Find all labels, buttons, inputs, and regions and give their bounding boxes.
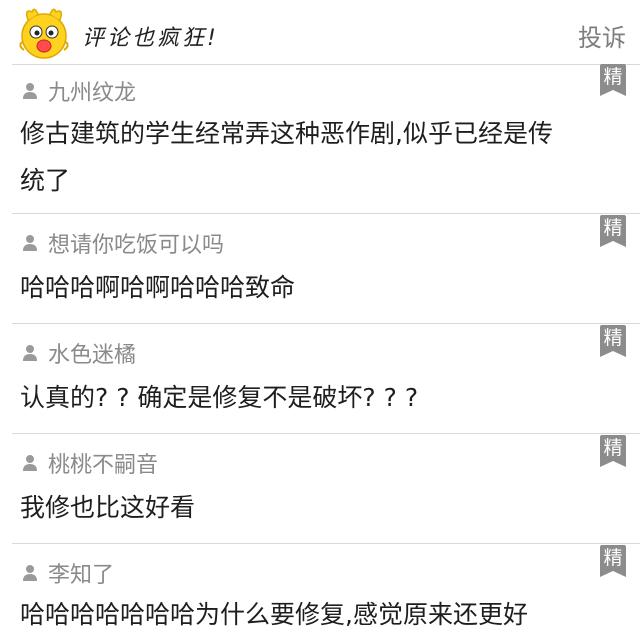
chick-mascot-icon <box>19 8 69 59</box>
comment-text-line: 修古建筑的学生经常弄这种恶作剧,似乎已经是传 <box>20 119 553 148</box>
comment-item: 精 想请你吃饭可以吗 哈哈哈啊哈啊哈哈哈致命 <box>0 213 640 323</box>
comment-item: 精 桃桃不嗣音 我修也比这好看 <box>0 433 640 543</box>
comment-item: 精 水色迷橘 认真的? ? 确定是修复不是破坏? ? ? <box>0 323 640 433</box>
user-icon <box>23 83 37 99</box>
comment-user[interactable]: 桃桃不嗣音 <box>22 448 158 478</box>
featured-badge-icon: 精 <box>600 64 626 96</box>
comment-item: 精 李知了 哈哈哈哈哈哈哈为什么要修复,感觉原来还更好 <box>0 543 640 633</box>
username: 想请你吃饭可以吗 <box>48 233 225 258</box>
featured-badge-icon: 精 <box>600 215 626 247</box>
comment-user[interactable]: 想请你吃饭可以吗 <box>22 228 224 258</box>
comment-user[interactable]: 水色迷橘 <box>22 338 136 368</box>
comment-text: 哈哈哈哈哈哈哈为什么要修复,感觉原来还更好 <box>20 591 620 638</box>
comment-text-line: 统了 <box>20 166 71 195</box>
report-button[interactable]: 投诉 <box>578 18 626 53</box>
comment-item: 精 九州纹龙 修古建筑的学生经常弄这种恶作剧,似乎已经是传 统了 <box>0 64 640 214</box>
username: 桃桃不嗣音 <box>48 453 159 478</box>
user-icon <box>23 565 37 581</box>
featured-badge-icon: 精 <box>600 435 626 467</box>
comment-user[interactable]: 九州纹龙 <box>22 76 136 106</box>
header-title: 评论也疯狂! <box>82 26 219 51</box>
username: 水色迷橘 <box>48 343 137 368</box>
comment-text-line: 我修也比这好看 <box>20 493 196 522</box>
username: 九州纹龙 <box>48 81 137 106</box>
username: 李知了 <box>48 563 115 588</box>
comment-text: 修古建筑的学生经常弄这种恶作剧,似乎已经是传 统了 <box>20 110 620 204</box>
featured-badge-icon: 精 <box>600 545 626 577</box>
user-icon <box>23 455 37 471</box>
comment-text-line: 认真的? ? 确定是修复不是破坏? ? ? <box>20 383 419 412</box>
comment-text-line: 哈哈哈哈哈哈哈为什么要修复,感觉原来还更好 <box>20 600 528 629</box>
comment-text: 哈哈哈啊哈啊哈哈哈致命 <box>20 264 620 311</box>
featured-badge-icon: 精 <box>600 325 626 357</box>
user-icon <box>23 235 37 251</box>
comment-text-line: 哈哈哈啊哈啊哈哈哈致命 <box>20 273 296 302</box>
comment-user[interactable]: 李知了 <box>22 558 114 588</box>
comment-text: 认真的? ? 确定是修复不是破坏? ? ? <box>20 374 620 421</box>
user-icon <box>23 345 37 361</box>
comment-header: 评论也疯狂! 投诉 <box>0 0 640 64</box>
comment-text: 我修也比这好看 <box>20 484 620 531</box>
